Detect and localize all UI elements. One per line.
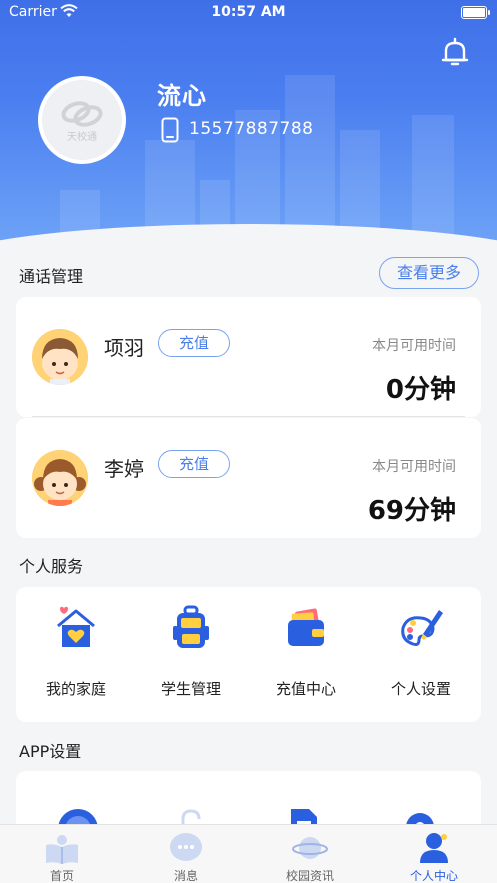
- available-time-value: 0分钟: [385, 375, 456, 405]
- tab-label: 首页: [49, 869, 74, 883]
- contact-card[interactable]: 李婷 充值 本月可用时间 69分钟: [16, 418, 481, 538]
- wallet-icon: [288, 608, 324, 646]
- user-phone: 15577887788: [189, 119, 314, 139]
- tab-label: 消息: [173, 869, 198, 883]
- girl-face-icon: [32, 450, 88, 506]
- app-settings-title: APP设置: [19, 742, 82, 761]
- school-logo-icon: 天校通: [61, 101, 103, 143]
- status-bar: Carrier 10:57 AM: [0, 0, 497, 26]
- contact-name: 项羽: [104, 336, 144, 360]
- status-time: 10:57 AM: [211, 4, 286, 20]
- bell-icon[interactable]: [440, 36, 470, 68]
- book-icon: [46, 835, 78, 864]
- house-heart-icon: [57, 606, 95, 647]
- svg-text:天校通: 天校通: [67, 130, 97, 143]
- tab-label: 校园资讯: [285, 869, 334, 883]
- profile-screen: Carrier 10:57 AM 天校通 流心 15577887788 通话管理…: [0, 0, 497, 883]
- tab-campus-news[interactable]: 校园资讯: [248, 825, 372, 883]
- recharge-button[interactable]: 充值: [158, 329, 230, 357]
- service-label: 个人设置: [390, 680, 451, 698]
- view-more-button[interactable]: 查看更多: [379, 257, 479, 289]
- available-time-label: 本月可用时间: [372, 459, 456, 475]
- card-divider: [32, 416, 465, 417]
- available-time-value: 69分钟: [367, 496, 456, 526]
- contact-name: 李婷: [104, 457, 144, 481]
- battery-icon: [461, 6, 490, 19]
- tab-home[interactable]: 首页: [0, 825, 124, 883]
- call-management-title: 通话管理: [19, 267, 84, 286]
- chat-bubble-icon: [170, 833, 202, 861]
- palette-brush-icon: [401, 610, 443, 646]
- user-name: 流心: [157, 82, 207, 110]
- boy-face-icon: [32, 329, 88, 385]
- girl-avatar: [32, 450, 88, 506]
- service-personal-settings[interactable]: 个人设置: [366, 604, 476, 699]
- backpack-icon: [173, 605, 209, 648]
- phone-icon: [161, 117, 179, 143]
- personal-services-title: 个人服务: [19, 557, 84, 576]
- service-label: 学生管理: [160, 680, 221, 698]
- recharge-button[interactable]: 充值: [158, 450, 230, 478]
- person-icon: [420, 833, 448, 863]
- contact-card[interactable]: 项羽 充值 本月可用时间 0分钟: [16, 297, 481, 417]
- service-my-family[interactable]: 我的家庭: [21, 604, 131, 699]
- service-student-management[interactable]: 学生管理: [136, 604, 246, 699]
- tab-personal-center[interactable]: 个人中心: [372, 825, 496, 883]
- planet-icon: [292, 837, 328, 859]
- boy-avatar: [32, 329, 88, 385]
- service-recharge-center[interactable]: 充值中心: [251, 604, 361, 699]
- user-avatar[interactable]: 天校通: [38, 76, 126, 164]
- tab-bar: 首页 消息 校园资讯 个人中心: [0, 824, 497, 883]
- service-label: 充值中心: [275, 680, 336, 698]
- available-time-label: 本月可用时间: [372, 338, 456, 354]
- tab-label: 个人中心: [409, 869, 458, 883]
- service-label: 我的家庭: [45, 680, 106, 698]
- tab-messages[interactable]: 消息: [124, 825, 248, 883]
